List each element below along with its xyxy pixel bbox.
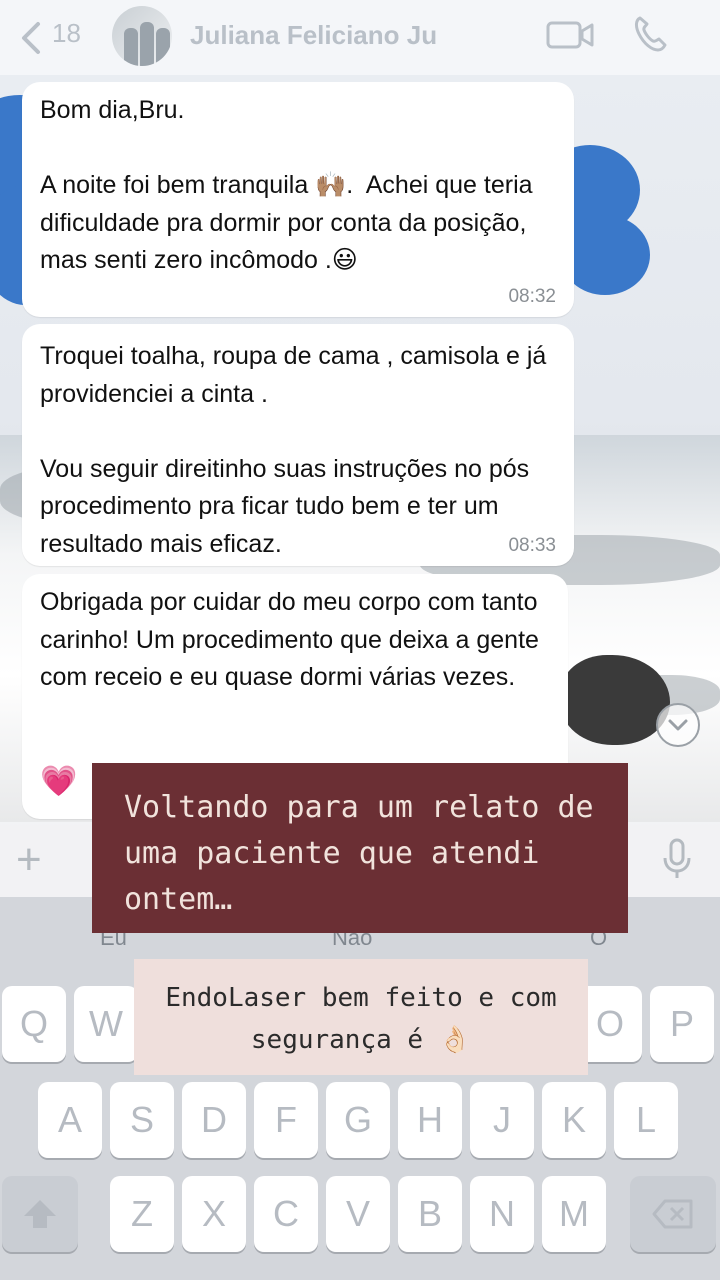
key[interactable]: W [74,986,138,1062]
key[interactable]: H [398,1082,462,1158]
key[interactable]: P [650,986,714,1062]
story-caption-primary: Voltando para um relato de uma paciente … [92,763,628,933]
message-bubble[interactable]: Bom dia,Bru. A noite foi bem tranquila 🙌… [22,82,574,317]
back-chevron-icon[interactable] [14,18,54,58]
key[interactable]: D [182,1082,246,1158]
message-text: Troquei toalha, roupa de cama , camisola… [40,342,547,558]
contact-name[interactable]: Juliana Feliciano Ju [190,20,437,51]
unread-count[interactable]: 18 [52,18,81,49]
phone-icon[interactable] [632,14,668,54]
key[interactable]: J [470,1082,534,1158]
story-caption-text: Voltando para um relato de uma paciente … [124,790,594,917]
message-text: Bom dia,Bru. A noite foi bem tranquila 🙌… [40,96,533,274]
key[interactable]: Z [110,1176,174,1252]
plus-icon[interactable]: + [16,838,42,882]
message-time: 08:33 [508,535,556,556]
key[interactable]: F [254,1082,318,1158]
key[interactable]: Q [2,986,66,1062]
backspace-icon [652,1199,693,1229]
backspace-key[interactable] [630,1176,716,1252]
message-bubble[interactable]: Troquei toalha, roupa de cama , camisola… [22,324,574,566]
video-call-icon[interactable] [546,20,594,50]
scroll-down-icon[interactable] [656,703,700,747]
chat-header: 18 Juliana Feliciano Ju [0,0,720,75]
key[interactable]: G [326,1082,390,1158]
message-time: 08:32 [508,286,556,307]
key[interactable]: L [614,1082,678,1158]
key[interactable]: N [470,1176,534,1252]
story-caption-secondary: EndoLaser bem feito e com segurança é 👌🏻 [134,959,588,1075]
shift-icon [24,1200,56,1228]
key[interactable]: M [542,1176,606,1252]
message-text: Obrigada por cuidar do meu corpo com tan… [40,588,546,691]
key[interactable]: S [110,1082,174,1158]
key[interactable]: C [254,1176,318,1252]
heart-emoji: 💗 [40,765,78,798]
key[interactable]: V [326,1176,390,1252]
key[interactable]: X [182,1176,246,1252]
key[interactable]: K [542,1082,606,1158]
key[interactable]: A [38,1082,102,1158]
story-caption-text: EndoLaser bem feito e com segurança é 👌🏻 [165,983,557,1055]
key[interactable]: B [398,1176,462,1252]
mic-icon[interactable] [662,838,692,880]
avatar[interactable] [112,6,172,66]
shift-key[interactable] [2,1176,78,1252]
